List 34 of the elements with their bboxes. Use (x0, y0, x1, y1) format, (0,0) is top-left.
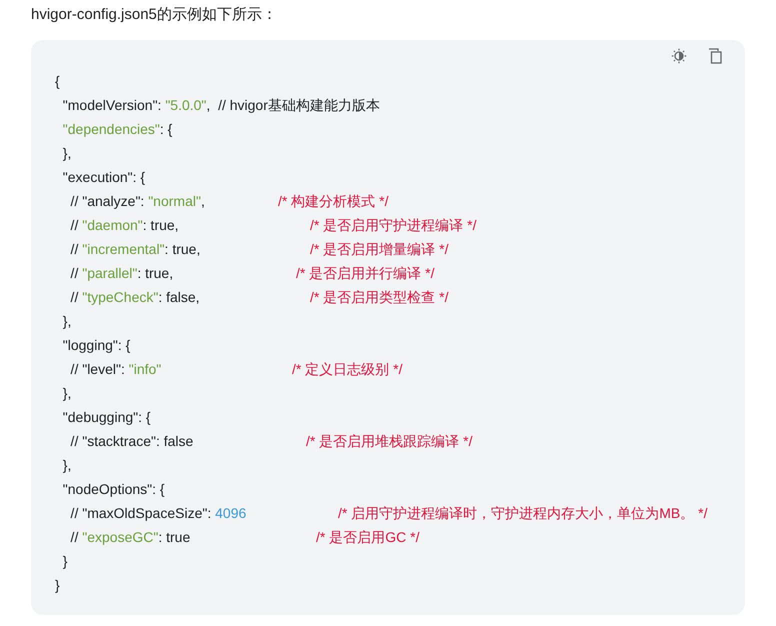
code-line: // "incremental": true, (70, 240, 200, 259)
code-line: // "typeCheck": false, (70, 288, 200, 307)
code-comment: /* 是否启用堆栈跟踪编译 */ (306, 432, 472, 451)
code-line: // "exposeGC": true (70, 528, 190, 547)
intro-text: hvigor-config.json5的示例如下所示： (31, 5, 277, 25)
code-line: "modelVersion": "5.0.0", // hvigor基础构建能力版本 (62, 96, 380, 115)
code-line: }, (62, 144, 72, 163)
code-line: // "analyze": "normal", (70, 192, 205, 211)
code-line: // "level": "info" (70, 360, 162, 379)
theme-toggle-icon[interactable] (671, 48, 687, 64)
code-line: "dependencies": { (62, 120, 172, 139)
code-line: "debugging": { (62, 408, 151, 427)
code-line: // "parallel": true, (70, 264, 174, 283)
code-line: }, (62, 384, 72, 403)
code-comment: /* 定义日志级别 */ (292, 360, 402, 379)
code-line: "logging": { (62, 336, 130, 355)
code-line: { (55, 72, 60, 91)
code-comment: /* 启用守护进程编译时，守护进程内存大小，单位为MB。 */ (338, 504, 708, 523)
code-comment: /* 是否启用增量编译 */ (310, 240, 448, 259)
code-line: }, (62, 312, 72, 331)
code-line: "nodeOptions": { (62, 480, 165, 499)
code-comment: /* 是否启用并行编译 */ (296, 264, 434, 283)
code-line: } (55, 576, 60, 595)
code-line: }, (62, 456, 72, 475)
code-line: // "maxOldSpaceSize": 4096 (70, 504, 246, 523)
code-line: } (62, 552, 68, 571)
code-comment: /* 构建分析模式 */ (278, 192, 388, 211)
copy-icon[interactable] (707, 48, 723, 64)
code-comment: /* 是否启用类型检查 */ (310, 288, 448, 307)
code-line: // "stacktrace": false (70, 432, 194, 451)
code-line: // "daemon": true, (70, 216, 179, 235)
code-comment: /* 是否启用守护进程编译 */ (310, 216, 476, 235)
code-line: "execution": { (62, 168, 146, 187)
code-comment: /* 是否启用GC */ (316, 528, 420, 547)
